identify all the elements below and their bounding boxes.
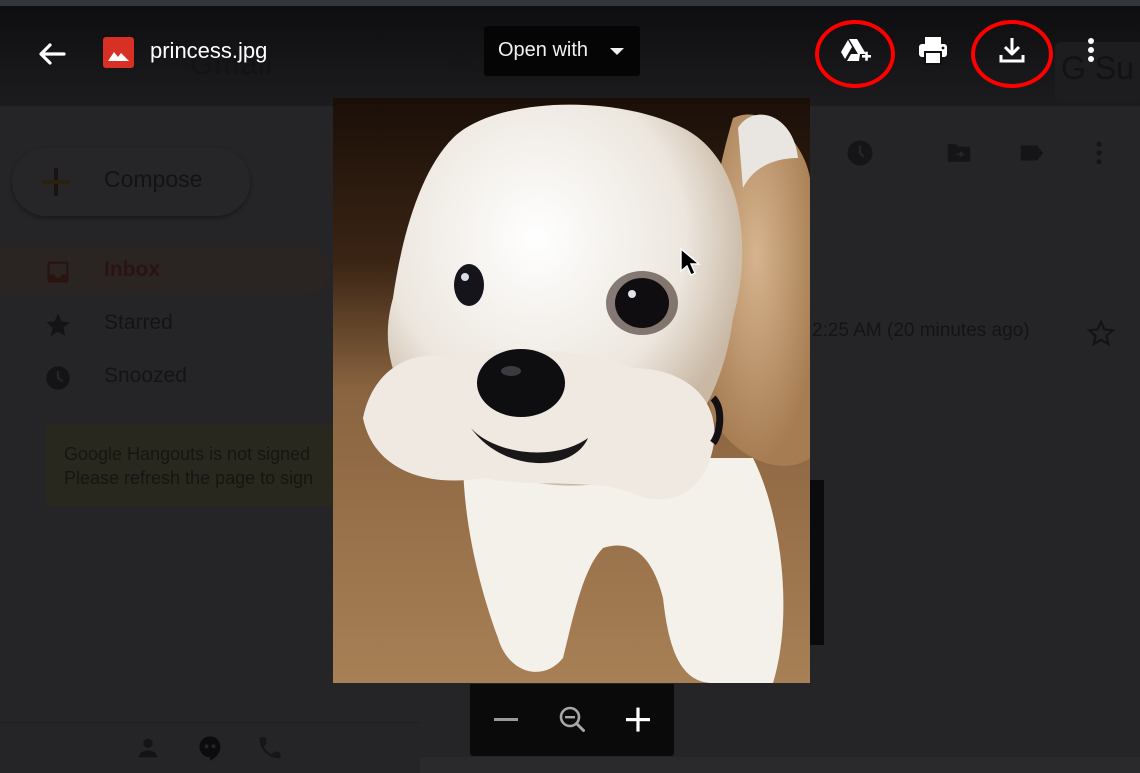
inbox-icon — [47, 261, 69, 283]
open-with-button[interactable]: Open with — [484, 26, 640, 76]
add-to-drive-button[interactable] — [832, 28, 876, 72]
sidebar-item-label: Inbox — [104, 258, 160, 281]
contacts-icon[interactable] — [134, 734, 162, 762]
image-preview — [333, 98, 810, 683]
hangouts-notice: Google Hangouts is not signed Please ref… — [46, 424, 336, 506]
zoom-reset-button[interactable] — [550, 698, 594, 742]
more-vert-icon — [1088, 38, 1094, 62]
dog-photo — [333, 98, 810, 683]
move-to-icon[interactable] — [944, 138, 974, 168]
print-icon — [919, 37, 947, 65]
viewer-toolbar: princess.jpg Open with — [0, 6, 1140, 98]
clock-icon — [46, 366, 70, 390]
sidebar-item-snoozed[interactable]: Snoozed — [0, 352, 330, 400]
hangouts-notice-line2: Please refresh the page to sign — [64, 468, 314, 488]
email-timestamp: 2:25 AM (20 minutes ago) — [812, 320, 1030, 341]
more-vert-icon[interactable] — [1084, 138, 1114, 168]
star-icon — [46, 313, 70, 337]
label-icon[interactable] — [1017, 138, 1047, 168]
image-viewer-screen: Gmail G Su Compose Inbox Starred Snoozed… — [0, 0, 1140, 773]
zoom-in-button[interactable] — [616, 698, 660, 742]
compose-plus-icon — [42, 168, 70, 196]
hangouts-icon[interactable] — [196, 734, 224, 762]
sidebar-item-label: Snoozed — [104, 364, 187, 387]
hangouts-tab-bar — [130, 728, 290, 772]
sidebar-item-label: Starred — [104, 311, 173, 334]
image-file-icon — [103, 37, 134, 68]
zoom-reset-icon — [559, 706, 585, 732]
sidebar-item-starred[interactable]: Starred — [0, 299, 330, 347]
bottom-bar — [420, 757, 1140, 773]
open-with-label: Open with — [498, 39, 589, 61]
file-name: princess.jpg — [150, 38, 268, 63]
snooze-icon[interactable] — [845, 138, 875, 168]
compose-button[interactable]: Compose — [12, 148, 250, 216]
compose-label: Compose — [104, 166, 203, 192]
phone-icon[interactable] — [256, 734, 284, 762]
zoom-controls — [470, 684, 674, 756]
panel-shadow — [810, 480, 824, 645]
download-icon — [999, 38, 1025, 63]
star-outline-icon[interactable] — [1086, 318, 1116, 348]
divider — [0, 722, 420, 723]
download-button[interactable] — [990, 28, 1034, 72]
plus-icon — [626, 707, 650, 732]
hangouts-notice-line1: Google Hangouts is not signed — [64, 444, 311, 464]
print-button[interactable] — [911, 28, 955, 72]
back-arrow-icon[interactable] — [30, 34, 74, 74]
minus-icon — [494, 718, 518, 721]
more-options-button[interactable] — [1069, 28, 1113, 72]
drive-add-icon — [841, 39, 871, 61]
caret-down-icon — [610, 48, 624, 55]
sidebar-item-inbox[interactable]: Inbox — [0, 246, 330, 294]
zoom-out-button[interactable] — [484, 698, 528, 742]
